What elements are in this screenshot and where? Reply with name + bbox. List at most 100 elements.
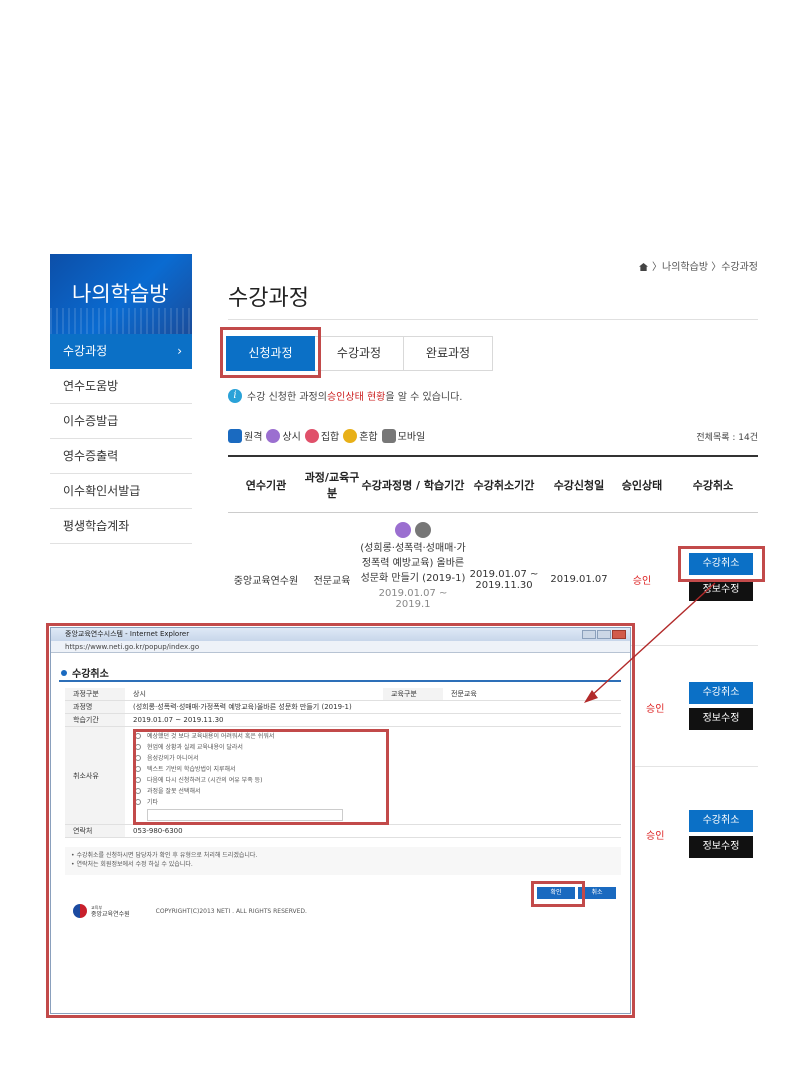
highlight-box-reasons [133, 729, 389, 825]
person-icon [343, 428, 358, 443]
home-icon[interactable] [639, 263, 649, 271]
maximize-icon[interactable] [597, 630, 611, 639]
sidebar-item-label: 수강과정 [63, 344, 108, 358]
close-icon[interactable] [612, 630, 626, 639]
tab-in-progress[interactable]: 수강과정 [315, 336, 404, 371]
sidebar-item-certificate[interactable]: 이수증발급 [50, 404, 192, 439]
sidebar-item-help[interactable]: 연수도움방 [50, 369, 192, 404]
legend-mixed: 혼합 [343, 428, 378, 443]
edit-info-button[interactable]: 정보수정 [689, 708, 753, 730]
sidebar-item-label: 이수증발급 [63, 414, 119, 428]
legend-always: 상시 [266, 428, 301, 443]
header-status: 승인상태 [621, 478, 663, 492]
header-course: 수강과정명 / 학습기간 [361, 478, 465, 492]
legend: 원격 상시 집합 혼합 모바일 [228, 428, 429, 443]
copyright-text: COPYRIGHT(C)2013 NETI . ALL RIGHTS RESER… [155, 907, 307, 915]
header-cancel: 수강취소 [692, 478, 734, 492]
sidebar-item-label: 이수확인서발급 [63, 484, 141, 498]
hand-icon [395, 522, 411, 538]
field-label: 과정구분 [65, 688, 125, 700]
info-text: 수강 신청한 과정의 [247, 392, 327, 403]
legend-label: 상시 [282, 432, 301, 443]
field-label: 학습기간 [65, 714, 125, 726]
header-apply-date: 수강신청일 [553, 478, 605, 492]
org-ministry: 교육부 [91, 905, 103, 910]
address-bar[interactable]: https://www.neti.go.kr/popup/index.go [51, 641, 630, 653]
field-value: (성희롱·성폭력·성매매·가정폭력 예방교육)올바른 성문화 만들기 (2019… [133, 703, 352, 711]
window-controls [581, 630, 626, 639]
field-value: 전문교육 [451, 690, 477, 698]
form-row-type: 과정구분 상시 교육구분 전문교육 [65, 688, 621, 701]
sidebar-item-courses[interactable]: 수강과정 › [50, 334, 192, 369]
field-value: 상시 [133, 690, 146, 698]
notice-box: • 수강취소를 신청하시면 담당자가 확인 후 유형으로 처리해 드리겠습니다.… [65, 847, 621, 875]
info-text: 을 알 수 있습니다. [385, 392, 463, 403]
group-icon [304, 428, 319, 443]
form-row-name: 과정명 (성희롱·성폭력·성매매·가정폭력 예방교육)올바른 성문화 만들기 (… [65, 701, 621, 714]
edit-info-button[interactable]: 정보수정 [689, 579, 753, 601]
bullet-icon [61, 669, 67, 676]
tab-completed[interactable]: 완료과정 [404, 336, 493, 371]
field-label: 교육구분 [383, 688, 443, 700]
total-count: 전체목록 : 14건 [696, 433, 758, 443]
header-institution: 연수기관 [245, 478, 287, 492]
minimize-icon[interactable] [582, 630, 596, 639]
sidebar-item-lifelong[interactable]: 평생학습계좌 [50, 509, 192, 544]
field-label: 취소사유 [65, 727, 125, 824]
legend-remote: 원격 [228, 428, 262, 443]
field-label: 연락처 [65, 825, 125, 837]
info-highlight: 승인상태 현황 [326, 392, 386, 403]
hand-icon [266, 428, 281, 443]
form-row-period: 학습기간 2019.01.07 ~ 2019.11.30 [65, 714, 621, 727]
sidebar-item-label: 영수증출력 [63, 449, 119, 463]
edit-info-button[interactable]: 정보수정 [689, 836, 753, 858]
org-label: 중앙교육연수원 [91, 911, 130, 918]
popup-heading-text: 수강취소 [72, 669, 109, 680]
popup-footer: 교육부 중앙교육연수원 COPYRIGHT(C)2013 NETI . ALL … [73, 904, 307, 918]
legend-label: 모바일 [397, 432, 426, 443]
info-message: i 수강 신청한 과정의 승인상태 현황 을 알 수 있습니다. [228, 388, 462, 403]
field-label: 과정명 [65, 701, 125, 713]
form-row-contact: 연락처 053-980-6300 [65, 825, 621, 838]
sidebar: 나의학습방 수강과정 › 연수도움방 이수증발급 영수증출력 이수확인서발급 평… [50, 254, 192, 544]
chevron-right-icon: › [177, 344, 182, 358]
highlight-box-confirm [531, 881, 585, 907]
window-titlebar: 중앙교육연수시스템 - Internet Explorer [51, 628, 630, 641]
info-icon: i [228, 388, 242, 403]
breadcrumb: 〉나의학습방 〉수강과정 [639, 258, 758, 273]
cancel-enrollment-button[interactable]: 수강취소 [689, 810, 753, 832]
page-title: 수강과정 [228, 286, 309, 311]
title-divider [228, 319, 758, 320]
government-seal-icon [73, 904, 87, 918]
legend-label: 혼합 [359, 432, 378, 443]
mobile-icon [381, 428, 396, 443]
highlight-box-tab [220, 327, 321, 378]
row2-actions: 수강취소 정보수정 [689, 682, 753, 730]
popup-heading: 수강취소 [61, 665, 109, 680]
header-category: 과정/교육구분 [304, 470, 360, 500]
row3-actions: 수강취소 정보수정 [689, 810, 753, 858]
sidebar-item-completion[interactable]: 이수확인서발급 [50, 474, 192, 509]
legend-label: 원격 [244, 432, 263, 443]
status-badge: 승인 [646, 704, 665, 715]
sidebar-banner: 나의학습방 [50, 254, 192, 334]
course-table: 연수기관 과정/교육구분 수강과정명 / 학습기간 수강취소기간 수강신청일 승… [228, 455, 758, 513]
table-header: 연수기관 과정/교육구분 수강과정명 / 학습기간 수강취소기간 수강신청일 승… [228, 455, 758, 513]
highlight-box-cancel [678, 546, 765, 582]
course-name[interactable]: (성희롱·성폭력·성매매·가정폭력 예방교육) 올바른 성문화 만들기 (201… [360, 541, 466, 586]
org-name: 교육부 중앙교육연수원 [91, 904, 130, 918]
course-period: 2019.01.07 ~ 2019.1 [378, 588, 448, 610]
legend-label: 집합 [320, 432, 340, 443]
notice-text: • 수강취소를 신청하시면 담당자가 확인 후 유형으로 처리해 드리겠습니다. [71, 852, 258, 859]
breadcrumb-text: 〉나의학습방 〉수강과정 [652, 262, 758, 273]
legend-group: 집합 [304, 428, 340, 443]
cancel-enrollment-button[interactable]: 수강취소 [689, 682, 753, 704]
notice-text: • 연락처는 회원정보에서 수정 하실 수 있습니다. [71, 861, 193, 868]
sidebar-item-receipt[interactable]: 영수증출력 [50, 439, 192, 474]
window-title: 중앙교육연수시스템 - Internet Explorer [65, 630, 190, 638]
contact-field[interactable]: 053-980-6300 [125, 827, 621, 835]
mobile-icon [415, 522, 431, 538]
sidebar-item-label: 평생학습계좌 [63, 519, 130, 533]
field-value: 2019.01.07 ~ 2019.11.30 [133, 716, 224, 724]
course-type-icons [393, 522, 433, 538]
